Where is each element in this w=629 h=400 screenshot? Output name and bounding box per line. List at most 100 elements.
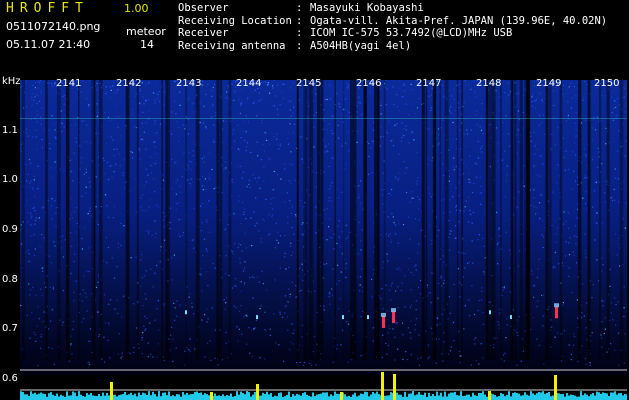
noise-speck: [436, 235, 438, 237]
noise-speck: [188, 167, 190, 169]
noise-speck: [417, 252, 419, 254]
noise-speck: [563, 156, 565, 159]
noise-speck: [394, 359, 396, 361]
noise-speck: [539, 202, 541, 204]
noise-speck: [480, 343, 482, 345]
amplitude-bar: [430, 395, 432, 400]
noise-speck: [88, 177, 90, 179]
noise-speck: [35, 219, 37, 221]
noise-speck: [254, 177, 257, 179]
noise-speck: [271, 216, 273, 218]
noise-speck: [242, 130, 244, 132]
noise-speck: [601, 94, 603, 97]
amplitude-bar: [128, 394, 130, 400]
noise-speck: [582, 197, 584, 199]
noise-speck: [380, 104, 382, 107]
noise-speck: [289, 200, 291, 202]
noise-speck: [309, 362, 311, 365]
noise-speck: [154, 102, 156, 104]
amplitude-bar: [330, 394, 332, 400]
noise-speck: [188, 296, 190, 298]
noise-speck: [238, 195, 240, 197]
noise-speck: [278, 148, 280, 150]
noise-speck: [329, 98, 332, 100]
noise-speck: [464, 84, 466, 86]
noise-speck: [303, 364, 305, 367]
noise-speck: [567, 101, 569, 103]
noise-speck: [418, 98, 420, 100]
noise-speck: [540, 194, 542, 196]
noise-speck: [554, 104, 556, 106]
noise-speck: [508, 267, 511, 269]
noise-speck: [542, 294, 545, 296]
amplitude-bar: [542, 391, 544, 400]
noise-speck: [287, 329, 289, 331]
noise-speck: [225, 302, 227, 304]
noise-speck: [430, 327, 432, 329]
noise-speck: [420, 279, 422, 282]
noise-speck: [20, 135, 22, 137]
fade-streak: [45, 80, 48, 360]
noise-speck: [404, 275, 406, 277]
noise-speck: [201, 203, 203, 205]
noise-speck: [208, 177, 210, 179]
noise-speck: [337, 264, 339, 266]
noise-speck: [85, 141, 88, 143]
noise-speck: [237, 124, 239, 126]
noise-speck: [469, 213, 472, 215]
noise-speck: [51, 177, 53, 179]
noise-speck: [41, 207, 43, 209]
amplitude-bar: [582, 395, 584, 400]
noise-speck: [213, 141, 215, 143]
noise-speck: [202, 185, 204, 187]
noise-speck: [48, 142, 51, 145]
noise-speck: [339, 106, 341, 108]
noise-speck: [290, 254, 292, 256]
noise-speck: [558, 263, 560, 265]
noise-speck: [145, 328, 147, 330]
meteor-label: meteor: [126, 25, 166, 38]
noise-speck: [618, 332, 620, 334]
noise-speck: [284, 256, 286, 258]
noise-speck: [107, 246, 109, 249]
noise-speck: [279, 311, 281, 313]
noise-speck: [338, 236, 340, 238]
noise-speck: [113, 155, 115, 157]
noise-speck: [385, 233, 387, 235]
noise-speck: [570, 359, 572, 361]
noise-speck: [613, 107, 615, 109]
noise-speck: [148, 230, 150, 232]
noise-speck: [237, 165, 239, 168]
amplitude-bar: [292, 394, 294, 400]
noise-speck: [34, 96, 36, 98]
amplitude-bar: [592, 393, 594, 400]
noise-speck: [273, 313, 275, 315]
noise-speck: [418, 208, 420, 210]
noise-speck: [465, 200, 467, 202]
noise-speck: [276, 108, 279, 110]
noise-speck: [617, 178, 619, 180]
noise-speck: [258, 100, 260, 102]
noise-speck: [212, 262, 214, 264]
noise-speck: [249, 352, 251, 354]
noise-speck: [325, 263, 328, 265]
noise-speck: [95, 176, 97, 178]
noise-speck: [37, 187, 39, 190]
noise-speck: [175, 193, 177, 195]
noise-speck: [83, 318, 85, 320]
noise-speck: [231, 179, 233, 181]
noise-speck: [583, 97, 585, 99]
noise-speck: [584, 358, 586, 360]
noise-speck: [480, 203, 482, 205]
noise-speck: [51, 348, 53, 350]
amplitude-bar: [422, 395, 424, 400]
noise-speck: [532, 94, 534, 96]
amplitude-bar: [126, 394, 128, 400]
noise-speck: [117, 116, 119, 118]
noise-speck: [585, 156, 587, 158]
noise-speck: [171, 112, 173, 114]
noise-speck: [35, 81, 37, 84]
amplitude-bar: [428, 392, 430, 400]
fade-streak: [303, 80, 307, 360]
noise-speck: [315, 364, 317, 366]
